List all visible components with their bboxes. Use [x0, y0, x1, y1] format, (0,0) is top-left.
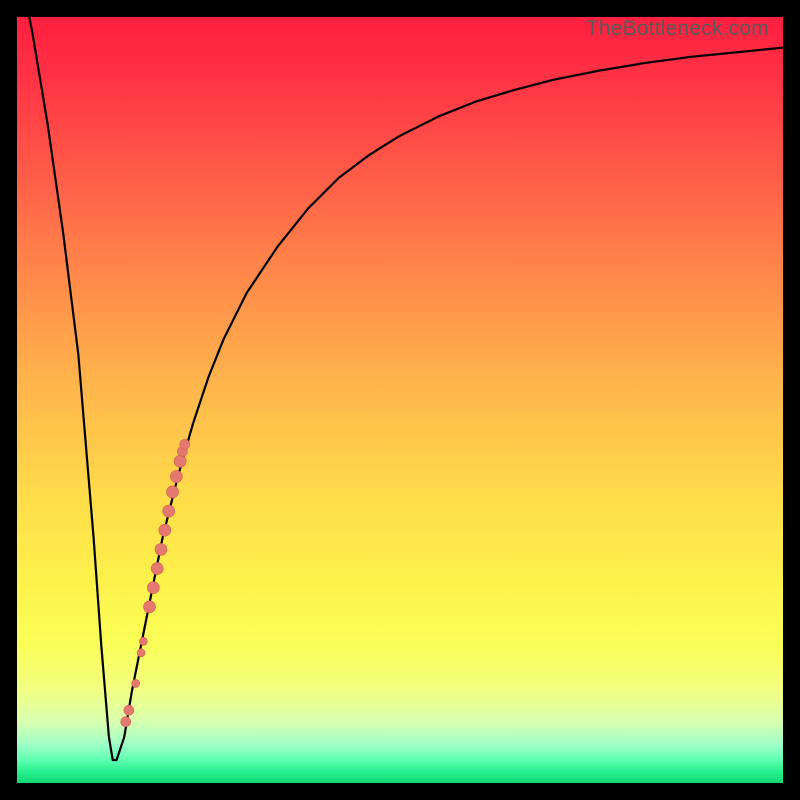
- highlight-dots-group: [121, 439, 190, 726]
- highlight-dot: [159, 524, 171, 536]
- highlight-dot: [167, 486, 179, 498]
- chart-frame: TheBottleneck.com: [0, 0, 800, 800]
- highlight-dot: [144, 601, 156, 613]
- watermark-text: TheBottleneck.com: [586, 17, 769, 41]
- highlight-dot: [155, 543, 167, 555]
- highlight-dot: [180, 439, 190, 449]
- highlight-dot: [124, 705, 134, 715]
- bottleneck-curve: [17, 17, 783, 760]
- highlight-dot: [170, 471, 182, 483]
- highlight-dot: [151, 563, 163, 575]
- highlight-dot: [132, 679, 140, 687]
- highlight-dot: [137, 649, 145, 657]
- highlight-dot: [121, 717, 131, 727]
- highlight-dot: [147, 582, 159, 594]
- bottleneck-chart-svg: [17, 17, 783, 783]
- highlight-dot: [139, 637, 147, 645]
- highlight-dot: [163, 505, 175, 517]
- highlight-dot: [174, 455, 186, 467]
- plot-area: TheBottleneck.com: [17, 17, 783, 783]
